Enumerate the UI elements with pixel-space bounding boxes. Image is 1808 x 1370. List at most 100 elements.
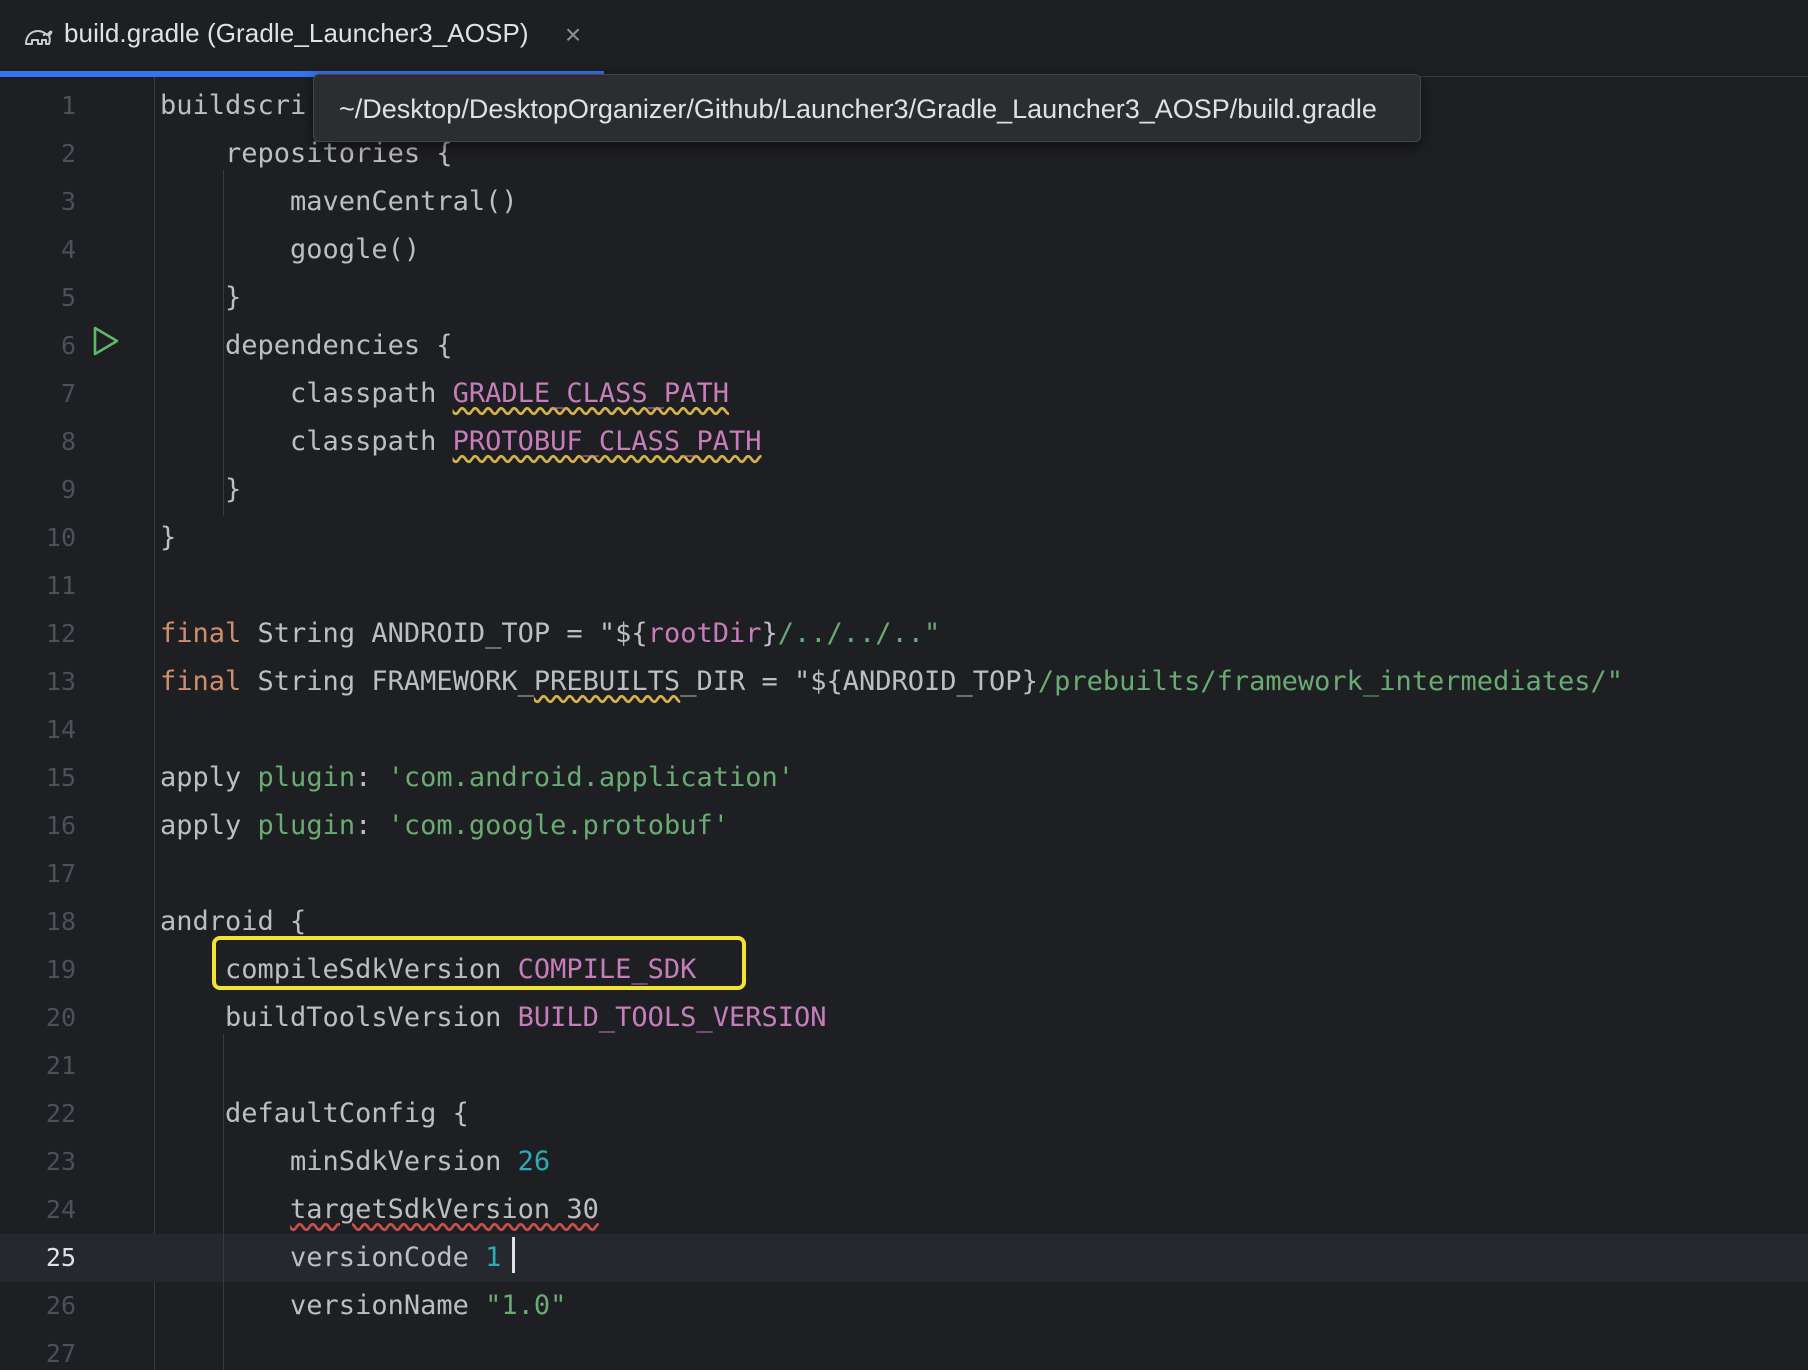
code-token: rootDir xyxy=(647,618,762,649)
code-line[interactable]: 26 versionName "1.0" xyxy=(0,1282,1808,1330)
code-text: classpath GRADLE_CLASS_PATH xyxy=(160,370,729,418)
line-number: 8 xyxy=(60,427,76,456)
line-number: 18 xyxy=(45,907,76,936)
line-number: 9 xyxy=(60,475,76,504)
file-path-text: ~/Desktop/DesktopOrganizer/Github/Launch… xyxy=(339,94,1377,124)
code-token: GRADLE_CLASS_PATH xyxy=(452,378,729,409)
code-text: final String ANDROID_TOP = "${rootDir}/.… xyxy=(160,610,940,658)
code-token: buildscri xyxy=(160,90,307,121)
code-line[interactable]: 25 versionCode 1 xyxy=(0,1234,1808,1282)
code-token: versionCode xyxy=(160,1242,486,1273)
code-token: } xyxy=(160,282,242,313)
code-line[interactable]: 13 final String FRAMEWORK_PREBUILTS_DIR =… xyxy=(0,658,1808,706)
code-line[interactable]: 10} xyxy=(0,514,1808,562)
code-line[interactable]: 24 targetSdkVersion 30 xyxy=(0,1186,1808,1234)
code-line[interactable]: 11 xyxy=(0,562,1808,610)
line-number: 22 xyxy=(45,1099,76,1128)
code-token: dependencies { xyxy=(160,330,453,361)
code-token: "1.0" xyxy=(485,1290,567,1321)
code-line[interactable]: 20 buildToolsVersion BUILD_TOOLS_VERSION xyxy=(0,994,1808,1042)
tab-title: build.gradle (Gradle_Launcher3_AOSP) xyxy=(64,18,529,48)
code-token: defaultConfig { xyxy=(160,1098,469,1129)
code-token: String FRAMEWORK_ xyxy=(241,666,534,697)
code-token: final xyxy=(160,618,242,649)
code-line[interactable]: 12 final String ANDROID_TOP = "${rootDir}… xyxy=(0,610,1808,658)
code-text: dependencies { xyxy=(160,322,453,370)
code-editor[interactable]: 1 buildscri 2 repositories {3 mavenCentral… xyxy=(0,77,1808,1370)
indent-guide xyxy=(223,170,224,516)
line-number: 16 xyxy=(45,811,76,840)
code-text: } xyxy=(160,466,241,514)
code-token: } xyxy=(761,618,778,649)
line-number: 6 xyxy=(60,331,76,360)
code-line[interactable]: 16 apply plugin: 'com.google.protobuf' xyxy=(0,802,1808,850)
code-token: minSdkVersion xyxy=(160,1146,518,1177)
code-token: "${ xyxy=(598,618,648,649)
code-line[interactable]: 4 google() xyxy=(0,226,1808,274)
line-number: 24 xyxy=(45,1195,76,1224)
code-line[interactable]: 21 xyxy=(0,1042,1808,1090)
code-token: android { xyxy=(160,906,307,937)
code-token: /prebuilts/framework_intermediates/" xyxy=(1037,666,1624,697)
code-token: 1 xyxy=(485,1242,502,1273)
code-line[interactable]: 7 classpath GRADLE_CLASS_PATH xyxy=(0,370,1808,418)
code-token: plugin xyxy=(257,810,356,841)
line-number: 15 xyxy=(45,763,76,792)
code-text: final String FRAMEWORK_PREBUILTS_DIR = "… xyxy=(160,658,1623,706)
code-text: mavenCentral() xyxy=(160,178,518,226)
code-text: apply plugin: 'com.android.application' xyxy=(160,754,794,802)
run-gutter-icon[interactable] xyxy=(92,325,120,357)
code-line[interactable]: 14 xyxy=(0,706,1808,754)
line-number: 12 xyxy=(45,619,76,648)
code-line[interactable]: 6 dependencies { xyxy=(0,322,1808,370)
line-number: 5 xyxy=(60,283,76,312)
line-number: 17 xyxy=(45,859,76,888)
code-token: : xyxy=(355,762,388,793)
line-number: 25 xyxy=(45,1243,76,1272)
code-text: } xyxy=(160,514,176,562)
code-token: versionName xyxy=(160,1290,486,1321)
code-line[interactable]: 9 } xyxy=(0,466,1808,514)
code-token: /../../.." xyxy=(777,618,941,649)
line-number: 11 xyxy=(45,571,76,600)
line-number: 27 xyxy=(45,1339,76,1368)
line-number: 1 xyxy=(60,91,76,120)
line-number: 3 xyxy=(60,187,76,216)
code-text: versionName "1.0" xyxy=(160,1282,566,1330)
code-line[interactable]: 22 defaultConfig { xyxy=(0,1090,1808,1138)
code-line[interactable]: 17 xyxy=(0,850,1808,898)
code-token: PROTOBUF_CLASS_PATH xyxy=(452,426,762,457)
code-token: : xyxy=(355,810,388,841)
code-text: minSdkVersion 26 xyxy=(160,1138,550,1186)
code-line[interactable]: 23 minSdkVersion 26 xyxy=(0,1138,1808,1186)
code-text: buildToolsVersion BUILD_TOOLS_VERSION xyxy=(160,994,826,1042)
line-number: 26 xyxy=(45,1291,76,1320)
tab-build-gradle[interactable]: build.gradle (Gradle_Launcher3_AOSP) × xyxy=(0,0,604,77)
code-line[interactable]: 27 xyxy=(0,1330,1808,1370)
editor-tab-bar: build.gradle (Gradle_Launcher3_AOSP) × xyxy=(0,0,1808,77)
line-number: 23 xyxy=(45,1147,76,1176)
line-number: 7 xyxy=(60,379,76,408)
code-token: apply xyxy=(160,762,258,793)
highlight-box xyxy=(212,936,746,990)
code-text: apply plugin: 'com.google.protobuf' xyxy=(160,802,729,850)
code-text: targetSdkVersion 30 xyxy=(160,1186,599,1234)
indent-guide xyxy=(223,1034,224,1370)
code-text: buildscri xyxy=(160,82,306,130)
line-number: 21 xyxy=(45,1051,76,1080)
code-token: 26 xyxy=(517,1146,551,1177)
code-text: defaultConfig { xyxy=(160,1090,469,1138)
close-icon[interactable]: × xyxy=(560,20,586,50)
line-number: 19 xyxy=(45,955,76,984)
code-token: final xyxy=(160,666,242,697)
code-line[interactable]: 3 mavenCentral() xyxy=(0,178,1808,226)
code-line[interactable]: 15 apply plugin: 'com.android.application… xyxy=(0,754,1808,802)
code-token: } xyxy=(160,474,242,505)
code-line[interactable]: 5 } xyxy=(0,274,1808,322)
code-token: targetSdkVersion 30 xyxy=(290,1194,599,1225)
code-token: classpath xyxy=(160,378,453,409)
line-number: 20 xyxy=(45,1003,76,1032)
code-token: apply xyxy=(160,810,258,841)
code-text: google() xyxy=(160,226,420,274)
code-line[interactable]: 8 classpath PROTOBUF_CLASS_PATH xyxy=(0,418,1808,466)
